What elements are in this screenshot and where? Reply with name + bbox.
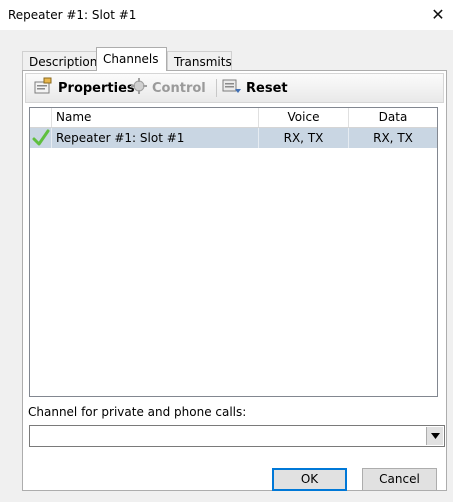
column-header-status[interactable] (30, 108, 52, 127)
channels-list[interactable]: Name Voice Data Repeater #1: Slot #1 RX,… (29, 107, 438, 397)
dialog-body: Description Channels Transmits Propertie… (0, 30, 453, 502)
properties-button[interactable]: Properties (34, 77, 135, 99)
cancel-button[interactable]: Cancel (362, 468, 437, 491)
private-calls-label: Channel for private and phone calls: (28, 405, 247, 419)
properties-label: Properties (58, 80, 135, 96)
properties-icon (34, 77, 54, 99)
private-calls-select[interactable] (29, 425, 445, 447)
tab-description[interactable]: Description (22, 51, 97, 70)
column-header-name[interactable]: Name (52, 108, 259, 127)
control-label: Control (152, 80, 206, 96)
toolbar-separator (216, 79, 217, 97)
toolbar: Properties Control Reset (25, 73, 444, 103)
title-bar: Repeater #1: Slot #1 ✕ (0, 0, 453, 30)
reset-icon (222, 77, 242, 99)
cell-data: RX, TX (373, 131, 413, 145)
list-header: Name Voice Data (30, 108, 437, 128)
column-header-voice[interactable]: Voice (259, 108, 349, 127)
reset-button[interactable]: Reset (222, 78, 288, 98)
cell-voice: RX, TX (259, 128, 349, 148)
cell-name: Repeater #1: Slot #1 (52, 128, 259, 148)
table-row[interactable]: Repeater #1: Slot #1 RX, TX RX, TX (30, 128, 437, 148)
chevron-down-icon[interactable] (426, 427, 443, 445)
tab-channels[interactable]: Channels (96, 47, 167, 71)
tab-transmits[interactable]: Transmits (167, 51, 232, 70)
control-button[interactable]: Control (130, 78, 206, 98)
check-icon (30, 128, 52, 148)
reset-label: Reset (246, 80, 288, 96)
close-icon[interactable]: ✕ (429, 6, 447, 24)
control-icon (130, 77, 148, 99)
column-header-data[interactable]: Data (349, 108, 437, 127)
window-title: Repeater #1: Slot #1 (8, 8, 137, 22)
ok-button[interactable]: OK (272, 468, 347, 491)
dialog-window: Repeater #1: Slot #1 ✕ Description Chann… (0, 0, 453, 502)
